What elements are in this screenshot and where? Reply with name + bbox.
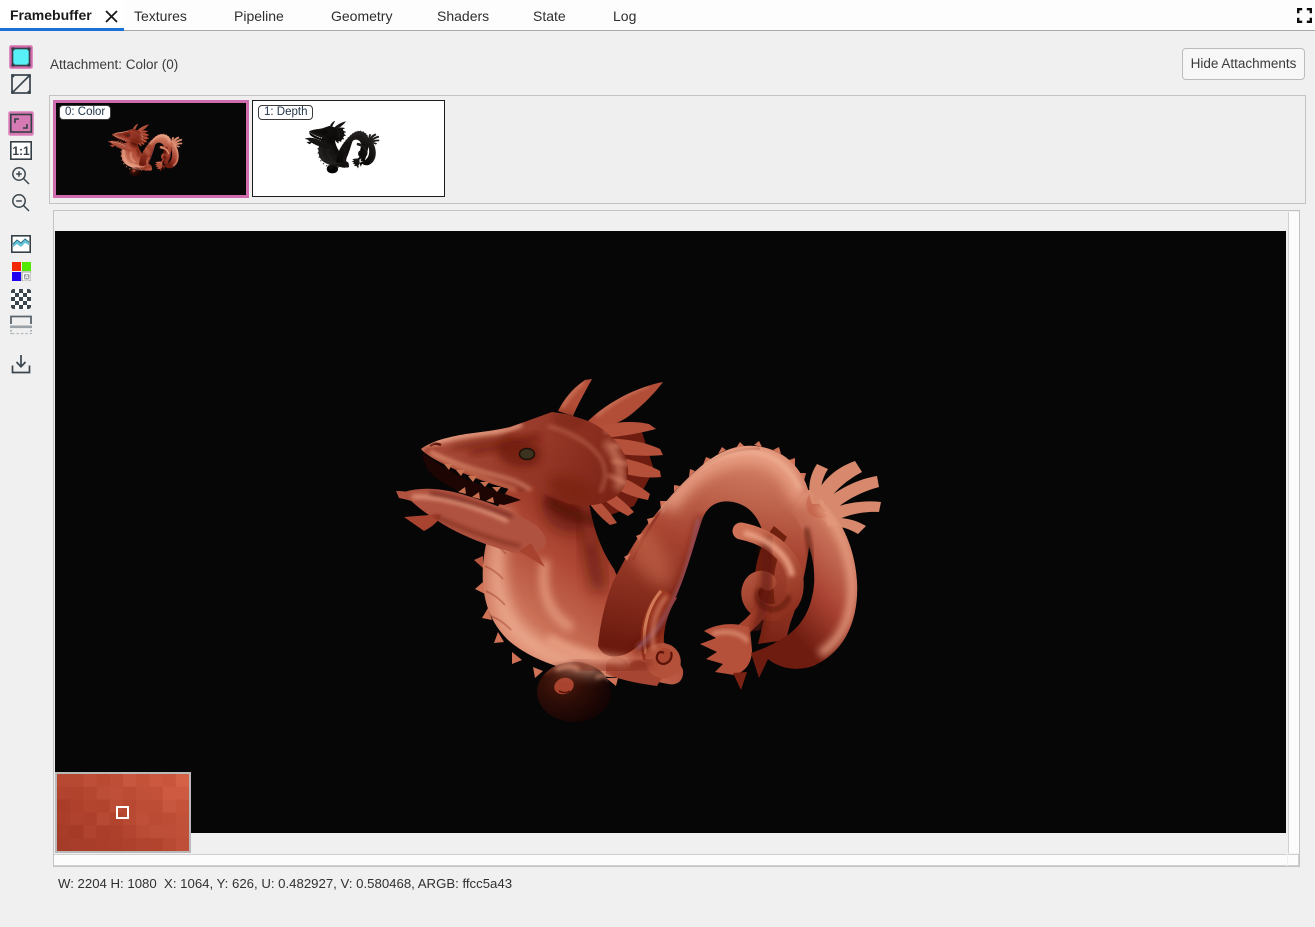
svg-text:A: A <box>25 275 29 281</box>
svg-text:1:1: 1:1 <box>12 144 30 158</box>
